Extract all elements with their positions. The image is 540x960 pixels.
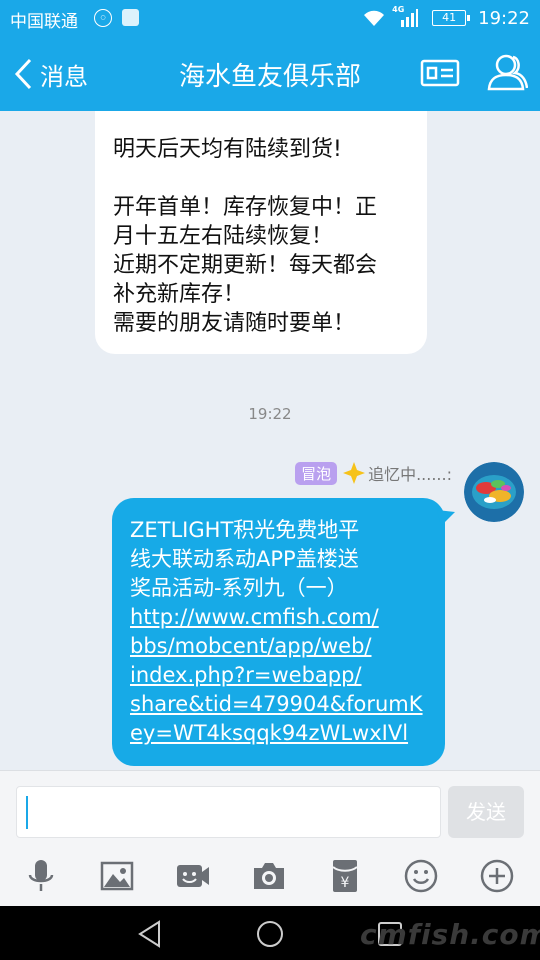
notification-badge-icon: ○ bbox=[94, 9, 112, 27]
message-link[interactable]: bbs/mobcent/app/web/ bbox=[130, 632, 427, 661]
title-bar: 消息 海水鱼友俱乐部 bbox=[0, 36, 540, 111]
red-packet-icon[interactable]: ¥ bbox=[327, 858, 363, 894]
network-type: 4G bbox=[392, 5, 405, 14]
sender-name: 追忆中......: bbox=[368, 465, 452, 484]
emoji-icon[interactable] bbox=[403, 858, 439, 894]
message-line: 月十五左右陆续恢复！ bbox=[113, 224, 334, 249]
gallery-notification-icon bbox=[122, 9, 139, 26]
message-input[interactable] bbox=[16, 786, 441, 838]
message-line: 补充新库存！ bbox=[113, 282, 246, 307]
group-members-icon[interactable] bbox=[486, 52, 528, 92]
message-link[interactable]: index.php?r=webapp/ bbox=[130, 661, 427, 690]
message-line: 开年首单！库存恢复中！正 bbox=[113, 195, 378, 220]
message-line: 明天后天均有陆续到货! bbox=[113, 137, 342, 162]
sender-badge: 冒泡 bbox=[295, 461, 338, 485]
message-link[interactable]: http://www.cmfish.com/ bbox=[130, 603, 427, 632]
message-line: 奖品活动-系列九（一） bbox=[130, 576, 348, 600]
incoming-message-bubble[interactable]: 明天后天均有陆续到货! 开年首单！库存恢复中！正 月十五左右陆续恢复！ 近期不定… bbox=[95, 111, 427, 354]
message-line: 需要的朋友请随时要单！ bbox=[113, 311, 356, 336]
status-bar: 中国联通 ○ 4G 41 19:22 bbox=[0, 0, 540, 36]
navigation-bar: cmfish.com bbox=[0, 906, 540, 960]
wifi-icon bbox=[364, 10, 385, 26]
svg-text:¥: ¥ bbox=[341, 875, 350, 891]
send-button[interactable]: 发送 bbox=[448, 786, 524, 838]
message-line: ZETLIGHT积光免费地平 bbox=[130, 518, 360, 542]
sender-info: 冒泡 追忆中......: bbox=[295, 461, 452, 485]
message-link[interactable]: ey=WT4ksqqk94zWLwxIVl bbox=[130, 719, 427, 748]
sparkle-icon bbox=[343, 462, 366, 484]
home-circle-icon[interactable] bbox=[255, 919, 285, 949]
text-cursor bbox=[26, 796, 28, 829]
battery-icon: 41 bbox=[432, 10, 471, 26]
battery-level: 41 bbox=[442, 11, 457, 24]
outgoing-message-bubble[interactable]: ZETLIGHT积光免费地平 线大联动系动APP盖楼送 奖品活动-系列九（一） … bbox=[112, 498, 455, 766]
plus-icon[interactable] bbox=[479, 858, 515, 894]
carrier-name: 中国联通 bbox=[10, 12, 78, 32]
message-line: 线大联动系动APP盖楼送 bbox=[130, 547, 359, 571]
composer: 发送 bbox=[0, 770, 540, 850]
signal-icon: 4G bbox=[392, 5, 419, 28]
video-icon[interactable] bbox=[175, 858, 211, 894]
bubble-tail bbox=[437, 510, 455, 526]
message-link[interactable]: share&tid=479904&forumK bbox=[130, 690, 427, 719]
chat-area[interactable]: 明天后天均有陆续到货! 开年首单！库存恢复中！正 月十五左右陆续恢复！ 近期不定… bbox=[0, 111, 540, 770]
image-icon[interactable] bbox=[99, 858, 135, 894]
avatar[interactable] bbox=[464, 462, 524, 522]
camera-icon[interactable] bbox=[251, 858, 287, 894]
status-clock: 19:22 bbox=[478, 7, 530, 29]
watermark-logo: cmfish.com bbox=[360, 918, 540, 951]
message-timestamp: 19:22 bbox=[248, 405, 292, 423]
back-triangle-icon[interactable] bbox=[135, 919, 165, 949]
message-line: 近期不定期更新！每天都会 bbox=[113, 253, 378, 278]
microphone-icon[interactable] bbox=[23, 858, 59, 894]
input-toolbar: ¥ bbox=[0, 850, 540, 906]
profile-card-icon[interactable] bbox=[420, 58, 460, 88]
